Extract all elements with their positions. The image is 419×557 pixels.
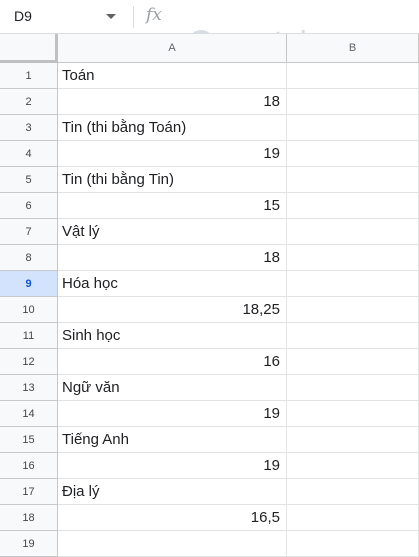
cell-a[interactable]: 18 [58, 89, 287, 115]
row-header[interactable]: 15 [0, 427, 58, 453]
select-all-corner[interactable] [0, 34, 58, 63]
table-row: 5 Tin (thi bằng Tin) [0, 167, 419, 193]
cell-b[interactable] [287, 505, 419, 531]
table-row: 12 16 [0, 349, 419, 375]
cell-b[interactable] [287, 323, 419, 349]
cell-a[interactable]: Hóa học [58, 271, 287, 297]
table-row: 1 Toán [0, 63, 419, 89]
column-header-b[interactable]: B [287, 34, 419, 63]
cell-b[interactable] [287, 453, 419, 479]
table-row: 8 18 [0, 245, 419, 271]
cell-b[interactable] [287, 167, 419, 193]
cell-b[interactable] [287, 245, 419, 271]
cell-a[interactable]: 16,5 [58, 505, 287, 531]
row-header[interactable]: 18 [0, 505, 58, 531]
table-row: 2 18 [0, 89, 419, 115]
table-row: 15 Tiếng Anh [0, 427, 419, 453]
cell-a[interactable]: Sinh học [58, 323, 287, 349]
cell-b[interactable] [287, 89, 419, 115]
row-header[interactable]: 8 [0, 245, 58, 271]
name-box[interactable]: D9 [0, 0, 128, 33]
table-row: 17 Địa lý [0, 479, 419, 505]
cell-a[interactable] [58, 531, 287, 557]
fx-icon: fx [146, 5, 162, 25]
table-row: 7 Vật lý [0, 219, 419, 245]
formula-bar: D9 fx [0, 0, 419, 34]
row-header[interactable]: 5 [0, 167, 58, 193]
grid-body: 1 Toán 2 18 3 Tin (thi bằng Toán) 4 19 5 Tin (thi… [0, 63, 419, 557]
cell-a[interactable]: Tin (thi bằng Tin) [58, 167, 287, 193]
cell-b[interactable] [287, 219, 419, 245]
cell-a[interactable]: Địa lý [58, 479, 287, 505]
cell-a[interactable]: Toán [58, 63, 287, 89]
row-header[interactable]: 6 [0, 193, 58, 219]
cell-a[interactable]: 18,25 [58, 297, 287, 323]
row-header[interactable]: 14 [0, 401, 58, 427]
cell-a[interactable]: Tin (thi bằng Toán) [58, 115, 287, 141]
column-header-a[interactable]: A [58, 34, 287, 63]
cell-a[interactable]: 18 [58, 245, 287, 271]
cell-a[interactable]: Ngữ văn [58, 375, 287, 401]
table-row: 18 16,5 [0, 505, 419, 531]
row-header[interactable]: 19 [0, 531, 58, 557]
cell-a[interactable]: 19 [58, 401, 287, 427]
formula-bar-divider [133, 6, 134, 28]
cell-b[interactable] [287, 427, 419, 453]
formula-input[interactable] [178, 4, 418, 32]
row-header[interactable]: 4 [0, 141, 58, 167]
table-row: 16 19 [0, 453, 419, 479]
cell-b[interactable] [287, 271, 419, 297]
row-header[interactable]: 13 [0, 375, 58, 401]
table-row: 10 18,25 [0, 297, 419, 323]
cell-b[interactable] [287, 115, 419, 141]
table-row: 3 Tin (thi bằng Toán) [0, 115, 419, 141]
table-row: 11 Sinh học [0, 323, 419, 349]
row-header[interactable]: 7 [0, 219, 58, 245]
table-row: 9 Hóa học [0, 271, 419, 297]
row-header[interactable]: 2 [0, 89, 58, 115]
row-header[interactable]: 10 [0, 297, 58, 323]
cell-b[interactable] [287, 375, 419, 401]
cell-b[interactable] [287, 141, 419, 167]
row-header[interactable]: 3 [0, 115, 58, 141]
table-row: 6 15 [0, 193, 419, 219]
row-header[interactable]: 17 [0, 479, 58, 505]
cell-a[interactable]: 19 [58, 141, 287, 167]
cell-a[interactable]: Tiếng Anh [58, 427, 287, 453]
row-header[interactable]: 1 [0, 63, 58, 89]
table-row: 13 Ngữ văn [0, 375, 419, 401]
name-box-value: D9 [14, 8, 32, 24]
row-header[interactable]: 12 [0, 349, 58, 375]
cell-a[interactable]: 19 [58, 453, 287, 479]
row-header[interactable]: 11 [0, 323, 58, 349]
cell-b[interactable] [287, 531, 419, 557]
cell-b[interactable] [287, 349, 419, 375]
table-row: 14 19 [0, 401, 419, 427]
row-header[interactable]: 16 [0, 453, 58, 479]
cell-b[interactable] [287, 63, 419, 89]
cell-b[interactable] [287, 297, 419, 323]
cell-b[interactable] [287, 193, 419, 219]
cell-b[interactable] [287, 479, 419, 505]
cell-a[interactable]: Vật lý [58, 219, 287, 245]
row-header[interactable]: 9 [0, 271, 58, 297]
cell-b[interactable] [287, 401, 419, 427]
table-row: 4 19 [0, 141, 419, 167]
table-row: 19 [0, 531, 419, 557]
cell-a[interactable]: 15 [58, 193, 287, 219]
cell-a[interactable]: 16 [58, 349, 287, 375]
chevron-down-icon[interactable] [106, 14, 116, 19]
